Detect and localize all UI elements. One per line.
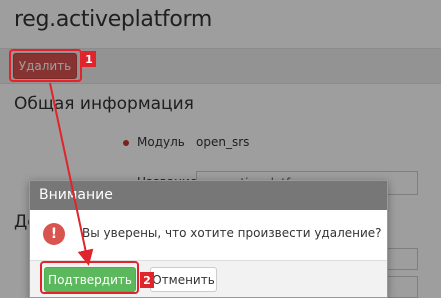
dialog-title: Внимание [30,181,387,210]
step-badge-2: 2 [140,272,154,288]
highlight-box-step1 [9,49,82,82]
cancel-button[interactable]: Отменить [150,267,217,292]
dialog-body: ! Вы уверены, что хотите произвести удал… [30,210,387,260]
exclamation-icon: ! [43,223,65,245]
dialog-message: Вы уверены, что хотите произвести удален… [82,226,382,240]
step-badge-1: 1 [82,51,96,67]
highlight-box-step2 [40,261,139,294]
